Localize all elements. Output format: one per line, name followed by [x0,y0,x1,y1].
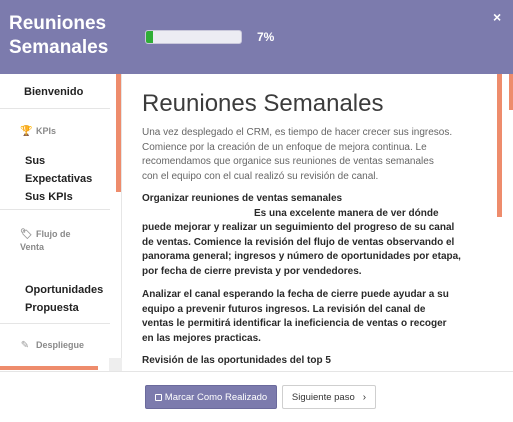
sidebar-divider [0,323,110,324]
paragraph-top5: Revisión de las oportunidades del top 5 [142,354,477,369]
paragraph-line: Es una excelente manera de ver dónde [254,207,439,219]
intro-line: recomendamos que organice sus reuniones … [142,156,434,167]
sidebar-item-label: Expectativas [25,173,93,185]
paragraph-line: equipo a prevenir futuros ingresos. La r… [142,303,426,315]
sidebar-item-welcome[interactable]: Bienvenido [24,86,83,98]
sidebar-section-pipeline-label: Venta [20,242,45,252]
sidebar-item-label: Oportunidades [25,284,104,296]
sidebar-divider [0,108,110,109]
sidebar-section-deploy-label: Despliegue [36,340,85,350]
intro-line: Comience por la creación de un enfoque d… [142,141,427,153]
sidebar: Bienvenido 🏆 KPIs Sus Expectativas Sus KP… [0,74,122,371]
page-title: Reuniones Semanales [142,90,384,117]
mark-done-label: Marcar Como Realizado [164,391,268,403]
sidebar-item-label: Sus [25,155,46,167]
paragraph-line: puede mejorar y realizar un seguimiento … [142,222,455,233]
paragraph-line: ventas le permitirá identificar la inefi… [142,318,447,329]
sidebar-active-indicator [0,366,98,370]
next-step-button[interactable]: Siguiente paso › [282,385,376,409]
trophy-icon: 🏆 [20,126,33,137]
paragraph-line: por fecha de cierre prevista y por vende… [142,265,362,277]
sidebar-scrollbar[interactable] [116,74,121,192]
progress-bar [145,30,242,44]
paragraph-line: Revisión de las oportunidades del top 5 [142,355,331,366]
sidebar-scroll-track [109,358,122,371]
window-edge-accent [509,74,513,110]
sidebar-section-pipeline: 🏷 Flujo de Venta [20,228,71,254]
intro-text: Una vez desplegado el CRM, es tiempo de … [142,126,477,184]
content-scrollbar[interactable] [497,74,502,217]
paragraph-analyze: Analizar el canal esperando la fecha de … [142,288,477,346]
intro-line: con el equipo con el cual realizó su rev… [142,170,379,182]
checkbox-icon [154,393,162,401]
paragraph-line: de ventas. Comience la revisión del fluj… [142,236,455,248]
paragraph-line: panorama general; ingresos y número de o… [142,251,461,262]
wizard-title: Reuniones Semanales [9,13,109,58]
sidebar-item-expectations[interactable]: Sus Expectativas Sus KPIs [25,152,92,206]
next-step-label: Siguiente paso [291,391,355,403]
intro-line: Una vez desplegado el CRM, es tiempo de … [142,127,453,138]
sidebar-item-label: Propuesta [25,302,79,314]
sidebar-item-opportunities[interactable]: Oportunidades Propuesta [25,281,103,317]
close-icon[interactable]: × [493,9,501,25]
paragraph-line: Organizar reuniones de ventas semanales [142,193,343,204]
tag-icon: 🏷 [20,229,33,240]
sidebar-divider [0,209,110,210]
sidebar-section-kpis: 🏆 KPIs [20,126,56,137]
magic-wand-icon: ✎ [20,340,30,351]
main-content: Reuniones Semanales Una vez desplegado e… [122,74,513,371]
paragraph-line: en las mejores practicas. [142,332,261,344]
progress-fill [146,31,153,43]
sidebar-section-deploy: ✎ Despliegue [20,340,84,351]
sidebar-section-pipeline-label: Flujo de [36,229,71,239]
chevron-right-icon: › [362,391,367,403]
paragraph-line: Analizar el canal esperando la fecha de … [142,289,449,300]
mark-done-button[interactable]: Marcar Como Realizado [145,385,277,409]
wizard-header: Reuniones Semanales 7% × [0,0,513,74]
paragraph-organize: Organizar reuniones de ventas semanales … [142,192,477,279]
sidebar-section-kpis-label: KPIs [36,126,57,136]
progress-percent: 7% [257,30,275,44]
sidebar-item-label: Sus KPIs [25,191,73,203]
